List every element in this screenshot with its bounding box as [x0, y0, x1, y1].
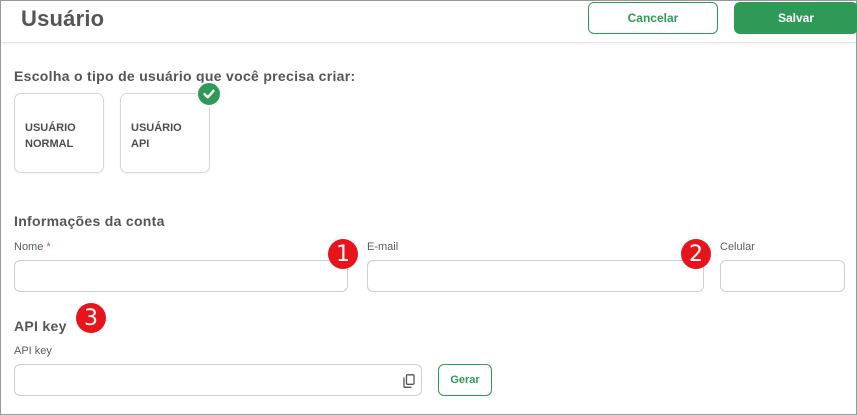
name-input[interactable]: [14, 260, 348, 292]
required-mark: *: [46, 241, 51, 253]
page-title: Usuário: [21, 6, 105, 31]
name-field-label: Nome *: [14, 241, 51, 253]
cancel-button[interactable]: Cancelar: [588, 2, 718, 34]
name-label-text: Nome: [14, 241, 44, 253]
phone-field-label: Celular: [720, 241, 755, 253]
check-icon: [196, 81, 222, 107]
user-type-normal-card[interactable]: USUÁRIO NORMAL: [14, 93, 104, 173]
user-type-api-line2: API: [131, 138, 150, 150]
user-type-normal-line1: USUÁRIO: [25, 122, 76, 134]
annotation-marker-3: 3: [76, 303, 106, 333]
save-button[interactable]: Salvar: [734, 2, 857, 34]
window-frame: [0, 0, 857, 415]
annotation-marker-2: 2: [681, 239, 711, 269]
generate-api-key-button[interactable]: Gerar: [438, 364, 492, 396]
user-type-api-card[interactable]: USUÁRIO API: [120, 93, 210, 173]
user-type-normal-line2: NORMAL: [25, 138, 74, 150]
copy-icon[interactable]: [403, 374, 415, 388]
header-bar: Usuário: [1, 1, 856, 43]
account-section-title: Informações da conta: [14, 213, 165, 229]
email-field-label: E-mail: [367, 241, 399, 253]
api-section-title: API key: [14, 318, 67, 334]
user-type-prompt: Escolha o tipo de usuário que você preci…: [14, 68, 356, 84]
annotation-marker-1: 1: [328, 239, 358, 269]
api-key-input[interactable]: [14, 364, 422, 396]
user-type-api-line1: USUÁRIO: [131, 122, 182, 134]
email-input[interactable]: [367, 260, 704, 292]
phone-input[interactable]: [720, 260, 845, 292]
api-key-field-label: API key: [14, 345, 52, 357]
